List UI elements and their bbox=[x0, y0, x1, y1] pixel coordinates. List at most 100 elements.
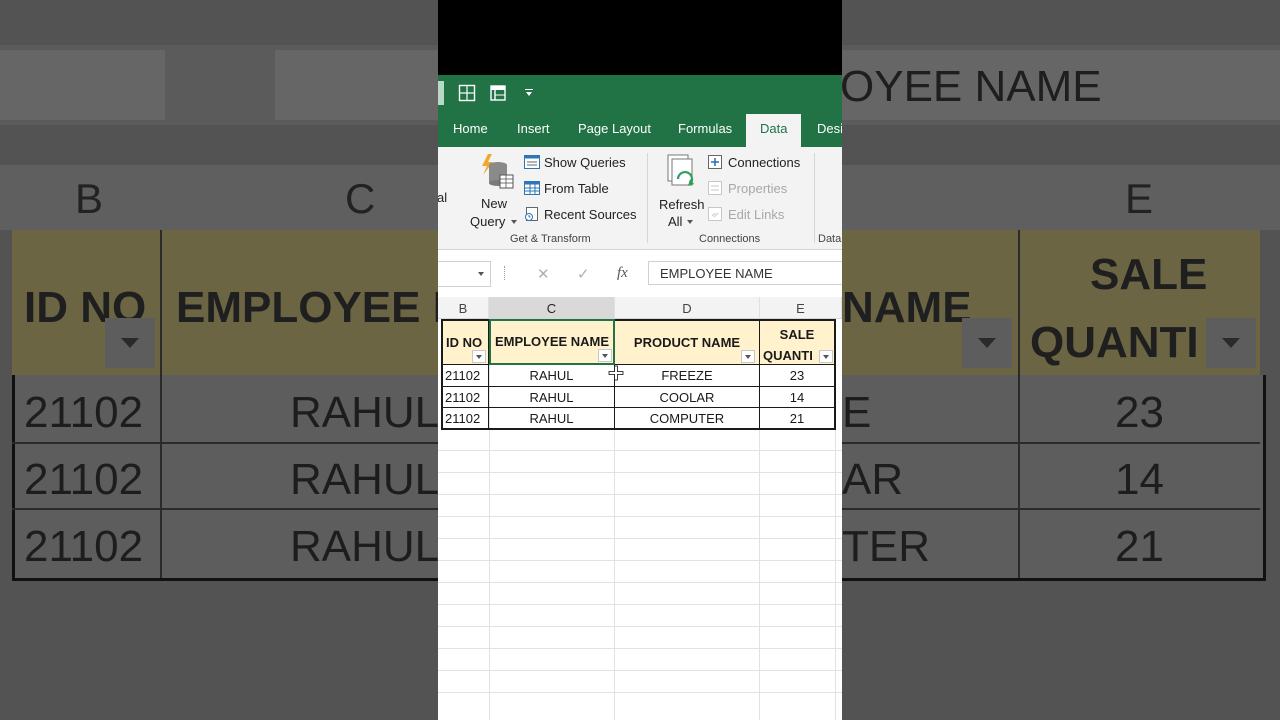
column-header-c[interactable]: C bbox=[489, 297, 615, 319]
filter-dropdown-icon[interactable] bbox=[598, 349, 612, 362]
connections-button[interactable]: Connections bbox=[708, 154, 808, 172]
table-icon bbox=[524, 181, 540, 195]
refresh-all-label-2: All bbox=[668, 214, 683, 229]
table-header-cell[interactable]: SALE QUANTI bbox=[760, 319, 836, 365]
formula-input[interactable]: EMPLOYEE NAME bbox=[648, 261, 842, 285]
connections-label: Connections bbox=[728, 155, 801, 170]
customize-toolbar-icon[interactable] bbox=[524, 88, 534, 98]
bg-namebox bbox=[0, 50, 165, 120]
bg-filter-icon bbox=[105, 318, 155, 368]
gridline bbox=[438, 604, 842, 605]
table-cell[interactable]: 21102 bbox=[441, 408, 489, 430]
bg-cell: 21102 bbox=[24, 455, 144, 504]
gridline bbox=[438, 560, 842, 561]
new-query-button[interactable]: New Query bbox=[470, 151, 518, 229]
gridline bbox=[438, 494, 842, 495]
table-cell[interactable]: 23 bbox=[760, 365, 836, 387]
edit-links-icon bbox=[708, 207, 722, 221]
chevron-down-icon bbox=[478, 272, 484, 276]
table-cell[interactable]: RAHUL bbox=[489, 387, 615, 408]
enter-icon[interactable]: ✓ bbox=[577, 265, 590, 283]
column-header-d[interactable]: D bbox=[615, 297, 760, 319]
table-cell[interactable]: FREEZE bbox=[615, 365, 760, 387]
filter-dropdown-icon[interactable] bbox=[472, 350, 486, 363]
external-data-label: al bbox=[438, 190, 448, 205]
insert-function-icon[interactable]: fx bbox=[617, 265, 628, 282]
bg-cell: E bbox=[842, 388, 872, 437]
table-header-cell[interactable]: ID NO bbox=[441, 319, 489, 365]
bg-col-c: C bbox=[345, 175, 376, 222]
filter-dropdown-icon[interactable] bbox=[819, 350, 833, 363]
formula-bar: ✕ ✓ fx EMPLOYEE NAME bbox=[438, 257, 842, 289]
column-header-e[interactable]: E bbox=[760, 297, 842, 319]
recent-sources-button[interactable]: Recent Sources bbox=[524, 206, 637, 224]
refresh-all-button[interactable]: Refresh All bbox=[656, 151, 706, 229]
chevron-down-icon bbox=[687, 220, 693, 224]
connections-icon bbox=[708, 155, 722, 169]
gridline bbox=[438, 516, 842, 517]
column-header-b[interactable]: B bbox=[438, 297, 489, 319]
app-icon bbox=[438, 81, 444, 105]
tab-formulas[interactable]: Formulas bbox=[678, 121, 732, 136]
bg-cell: 21102 bbox=[24, 388, 144, 437]
get-transform-group-label: Get & Transform bbox=[510, 233, 591, 245]
table-cell[interactable]: 21 bbox=[760, 408, 836, 430]
table-cell[interactable]: COOLAR bbox=[615, 387, 760, 408]
header-id-label: ID NO bbox=[446, 335, 483, 350]
table-cell[interactable]: RAHUL bbox=[489, 365, 615, 387]
bg-header-quanti: QUANTI bbox=[1030, 318, 1199, 367]
table-cell[interactable]: COMPUTER bbox=[615, 408, 760, 430]
from-table-button[interactable]: From Table bbox=[524, 180, 632, 198]
bg-col-e: E bbox=[1125, 175, 1154, 222]
bg-col-b: B bbox=[75, 175, 104, 222]
tab-home[interactable]: Home bbox=[453, 121, 488, 136]
header-product-label: PRODUCT NAME bbox=[633, 335, 741, 350]
table-cell[interactable]: 21102 bbox=[441, 387, 489, 408]
gridline bbox=[438, 450, 842, 451]
properties-icon bbox=[708, 181, 722, 195]
bg-cell: RAHUL bbox=[290, 388, 440, 437]
bg-cell: 14 bbox=[1115, 455, 1164, 504]
table-cell[interactable]: RAHUL bbox=[489, 408, 615, 430]
tab-insert[interactable]: Insert bbox=[517, 121, 550, 136]
excel-window: Home Insert Page Layout Formulas Data De… bbox=[438, 0, 842, 720]
bg-cell: TER bbox=[842, 522, 930, 571]
show-queries-label: Show Queries bbox=[544, 155, 626, 170]
bg-col-line bbox=[160, 230, 162, 578]
filter-dropdown-icon[interactable] bbox=[741, 350, 755, 363]
gridline bbox=[438, 648, 842, 649]
recent-sources-icon bbox=[525, 207, 538, 221]
cancel-icon[interactable]: ✕ bbox=[537, 265, 550, 283]
resize-handle[interactable] bbox=[504, 266, 508, 280]
refresh-icon bbox=[667, 154, 694, 186]
bg-cell: 21102 bbox=[24, 522, 144, 571]
tab-design[interactable]: Desi bbox=[817, 121, 842, 136]
group-separator bbox=[647, 153, 648, 243]
move-cursor-icon bbox=[608, 365, 624, 381]
recent-sources-label: Recent Sources bbox=[544, 207, 637, 222]
borders-icon[interactable] bbox=[458, 84, 476, 102]
bg-formula-text: OYEE NAME bbox=[840, 62, 1102, 111]
worksheet-grid: B C D E ID NO EMPLOYEE NAME PRODUCT NAME… bbox=[438, 297, 842, 720]
ribbon-tabs: Home Insert Page Layout Formulas Data De… bbox=[438, 111, 842, 147]
properties-label: Properties bbox=[728, 181, 788, 196]
name-box[interactable] bbox=[438, 261, 491, 287]
gridline bbox=[438, 472, 842, 473]
gridline bbox=[438, 692, 842, 693]
tab-data[interactable]: Data bbox=[746, 114, 802, 147]
freeze-panes-icon[interactable] bbox=[489, 84, 507, 102]
show-queries-button[interactable]: Show Queries bbox=[524, 154, 632, 172]
table-header-cell-selected[interactable]: EMPLOYEE NAME bbox=[489, 319, 615, 365]
group-separator bbox=[814, 153, 815, 243]
bg-col-line bbox=[1018, 230, 1020, 578]
video-letterbox bbox=[438, 0, 842, 75]
quick-access-toolbar bbox=[438, 75, 842, 111]
table-header-cell[interactable]: PRODUCT NAME bbox=[615, 319, 760, 365]
new-query-label-1: New bbox=[481, 196, 508, 211]
table-cell[interactable]: 14 bbox=[760, 387, 836, 408]
bg-cell: AR bbox=[842, 455, 904, 504]
bg-dropdown-icon bbox=[962, 318, 1012, 368]
table-cell[interactable]: 21102 bbox=[441, 365, 489, 387]
bg-cell: RAHUL bbox=[290, 455, 440, 504]
tab-page-layout[interactable]: Page Layout bbox=[578, 121, 651, 136]
